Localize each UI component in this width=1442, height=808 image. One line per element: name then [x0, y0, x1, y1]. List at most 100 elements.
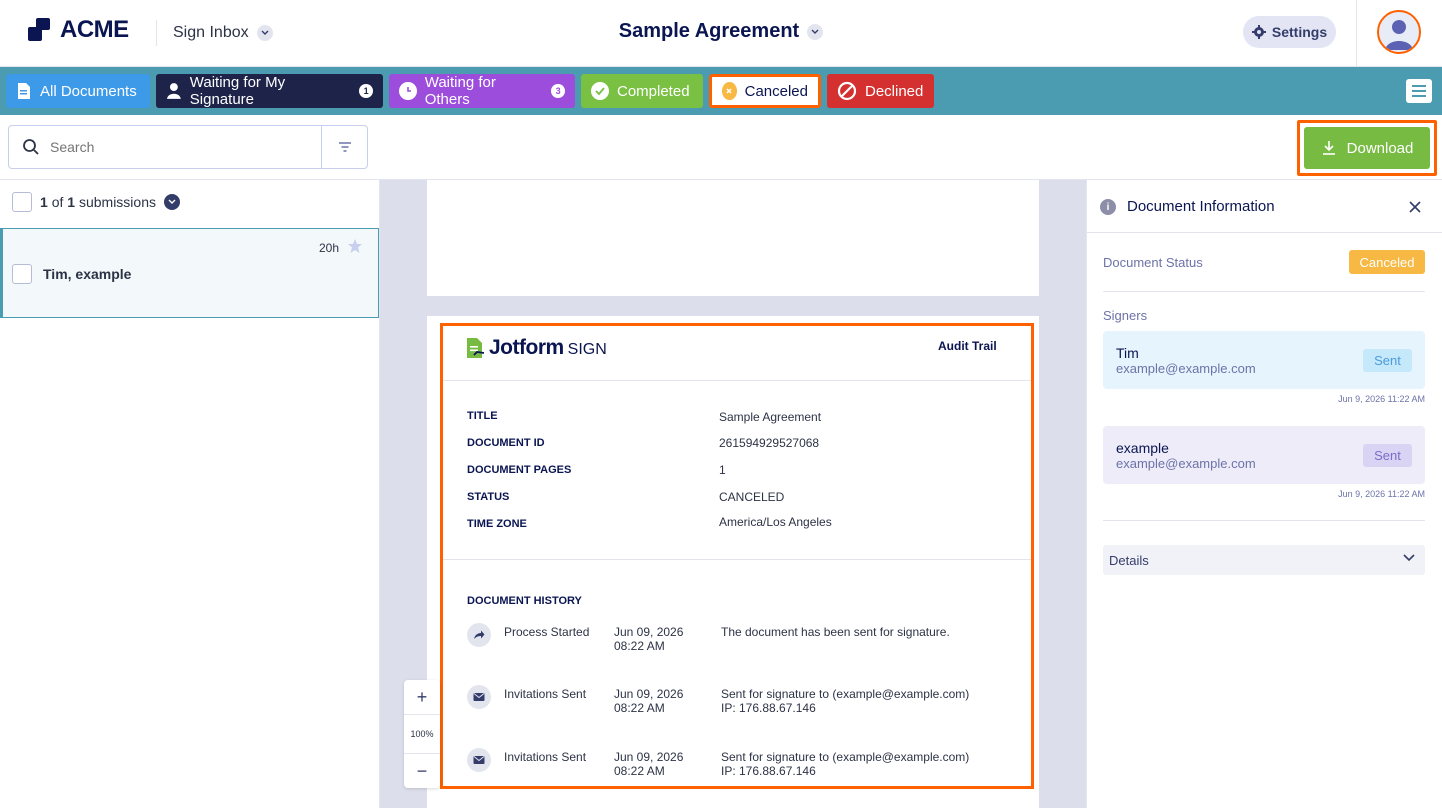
zoom-control: + 100% −	[404, 680, 440, 788]
tab-waiting-for-others[interactable]: Waiting for Others 3	[389, 74, 575, 108]
field-value: Sample Agreement	[719, 410, 822, 424]
x-circle-icon	[722, 82, 737, 100]
hamburger-menu-icon[interactable]	[1406, 79, 1432, 103]
signer-card: example example@example.com Sent	[1103, 426, 1425, 484]
filter-icon[interactable]	[321, 126, 367, 168]
history-description: The document has been sent for signature…	[721, 625, 950, 639]
history-description: Sent for signature to (example@example.c…	[721, 687, 969, 715]
download-icon	[1322, 141, 1335, 155]
submissions-panel: 1 of 1 submissions 20h Tim, example	[0, 180, 380, 808]
count-suffix: submissions	[78, 194, 156, 210]
field-label: TITLE	[467, 410, 498, 422]
submission-name: Tim, example	[43, 266, 132, 282]
submission-count: 1 of 1 submissions	[12, 192, 180, 212]
chevron-down-icon[interactable]	[807, 23, 824, 40]
download-label: Download	[1346, 139, 1414, 157]
download-button[interactable]: Download	[1304, 127, 1430, 169]
search-input[interactable]	[50, 139, 310, 155]
divider	[1103, 291, 1425, 292]
history-event: Invitations Sent	[504, 687, 587, 701]
history-event: Process Started	[504, 625, 590, 639]
top-bar: ACME Sign Inbox Sample Agreement Setting…	[0, 0, 1442, 67]
share-arrow-icon	[467, 623, 491, 647]
history-row: Invitations Sent Jun 09, 2026 08:22 AM Se…	[467, 748, 1027, 788]
zoom-level: 100%	[404, 714, 440, 754]
signer-timestamp: Jun 9, 2026 11:22 AM	[1338, 489, 1425, 499]
tab-label: Waiting for Others	[424, 74, 496, 108]
select-all-checkbox[interactable]	[12, 192, 32, 212]
prohibited-icon	[837, 81, 857, 101]
download-highlight: Download	[1297, 120, 1437, 176]
signer-status-badge: Sent	[1363, 444, 1412, 467]
signer-status-badge: Sent	[1363, 349, 1412, 372]
document-title[interactable]: Sample Agreement	[619, 20, 799, 43]
field-value: CANCELED	[719, 490, 785, 504]
tab-label: Canceled	[744, 82, 808, 100]
details-accordion[interactable]: Details	[1103, 545, 1425, 575]
acme-logo[interactable]: ACME	[28, 16, 129, 44]
count-of: of	[51, 194, 64, 210]
document-viewer[interactable]: Jotform SIGN Audit Trail TITLE Sample Ag…	[380, 180, 1086, 808]
panel-title: Document Information	[1127, 198, 1275, 215]
signer-card: Tim example@example.com Sent	[1103, 331, 1425, 389]
star-icon[interactable]	[347, 238, 363, 254]
submission-time: 20h	[319, 241, 340, 255]
field-value: 1	[719, 463, 726, 477]
tab-canceled[interactable]: Canceled	[709, 74, 821, 108]
brand-main: Jotform	[489, 336, 564, 359]
toolbar: Download	[0, 115, 1442, 180]
tab-label: Waiting for My Signature	[189, 74, 286, 108]
panel-header: i Document Information	[1087, 180, 1442, 233]
submission-item[interactable]: 20h Tim, example	[0, 228, 379, 318]
field-value: 261594929527068	[719, 436, 820, 450]
history-desc-text: Sent for signature to (example@example.c…	[721, 687, 970, 701]
user-avatar-icon	[1385, 20, 1413, 50]
audit-trail-highlight: Jotform SIGN Audit Trail TITLE Sample Ag…	[440, 323, 1034, 789]
signer-email: example@example.com	[1116, 361, 1256, 376]
history-desc-text: Sent for signature to (example@example.c…	[721, 750, 970, 764]
jotform-sign-logo: Jotform SIGN	[465, 336, 607, 360]
count-badge: 1	[359, 84, 374, 98]
zoom-in-button[interactable]: +	[404, 680, 440, 714]
signer-email: example@example.com	[1116, 456, 1256, 471]
count-badge: 3	[551, 84, 565, 98]
divider	[443, 380, 1031, 381]
inbox-label: Sign Inbox	[173, 24, 249, 41]
inbox-selector[interactable]: Sign Inbox	[156, 20, 273, 46]
settings-label: Settings	[1271, 24, 1328, 40]
user-icon	[166, 83, 181, 99]
history-row: Process Started Jun 09, 2026 08:22 AM The…	[467, 623, 1027, 663]
history-date: Jun 09, 2026 08:22 AM	[614, 625, 683, 653]
tab-declined[interactable]: Declined	[827, 74, 934, 108]
envelope-icon	[467, 685, 491, 709]
tab-waiting-for-my-signature[interactable]: Waiting for My Signature 1	[156, 74, 383, 108]
history-description: Sent for signature to (example@example.c…	[721, 750, 969, 778]
history-date: Jun 09, 2026 08:22 AM	[614, 687, 683, 715]
zoom-out-button[interactable]: −	[404, 754, 440, 788]
history-date-day: Jun 09, 2026	[614, 687, 684, 701]
check-icon	[591, 82, 609, 100]
chevron-down-icon	[1403, 554, 1415, 562]
chevron-down-icon[interactable]	[163, 194, 180, 210]
brand-sub: SIGN	[567, 340, 607, 358]
history-date-time: 08:22 AM	[614, 764, 665, 778]
signer-name: Tim	[1116, 345, 1139, 361]
info-icon: i	[1100, 199, 1116, 215]
close-icon[interactable]	[1409, 197, 1421, 218]
tab-all-documents[interactable]: All Documents	[6, 74, 150, 108]
logo-text: ACME	[60, 16, 129, 43]
history-row: Invitations Sent Jun 09, 2026 08:22 AM Se…	[467, 685, 1027, 725]
document-information-panel: i Document Information Document Status C…	[1086, 180, 1442, 808]
submission-checkbox[interactable]	[12, 264, 32, 284]
tab-label: Declined	[865, 82, 924, 100]
history-event: Invitations Sent	[504, 750, 587, 764]
details-label: Details	[1109, 553, 1149, 568]
tab-completed[interactable]: Completed	[581, 74, 703, 108]
submission-count-text: 1 of 1 submissions	[40, 194, 156, 210]
history-ip: IP: 176.88.67.146	[721, 764, 816, 778]
field-label: STATUS	[467, 491, 510, 503]
user-avatar[interactable]	[1377, 10, 1421, 54]
settings-button[interactable]: Settings	[1243, 16, 1336, 48]
divider	[1356, 0, 1357, 67]
audit-trail-label: Audit Trail	[938, 339, 997, 353]
